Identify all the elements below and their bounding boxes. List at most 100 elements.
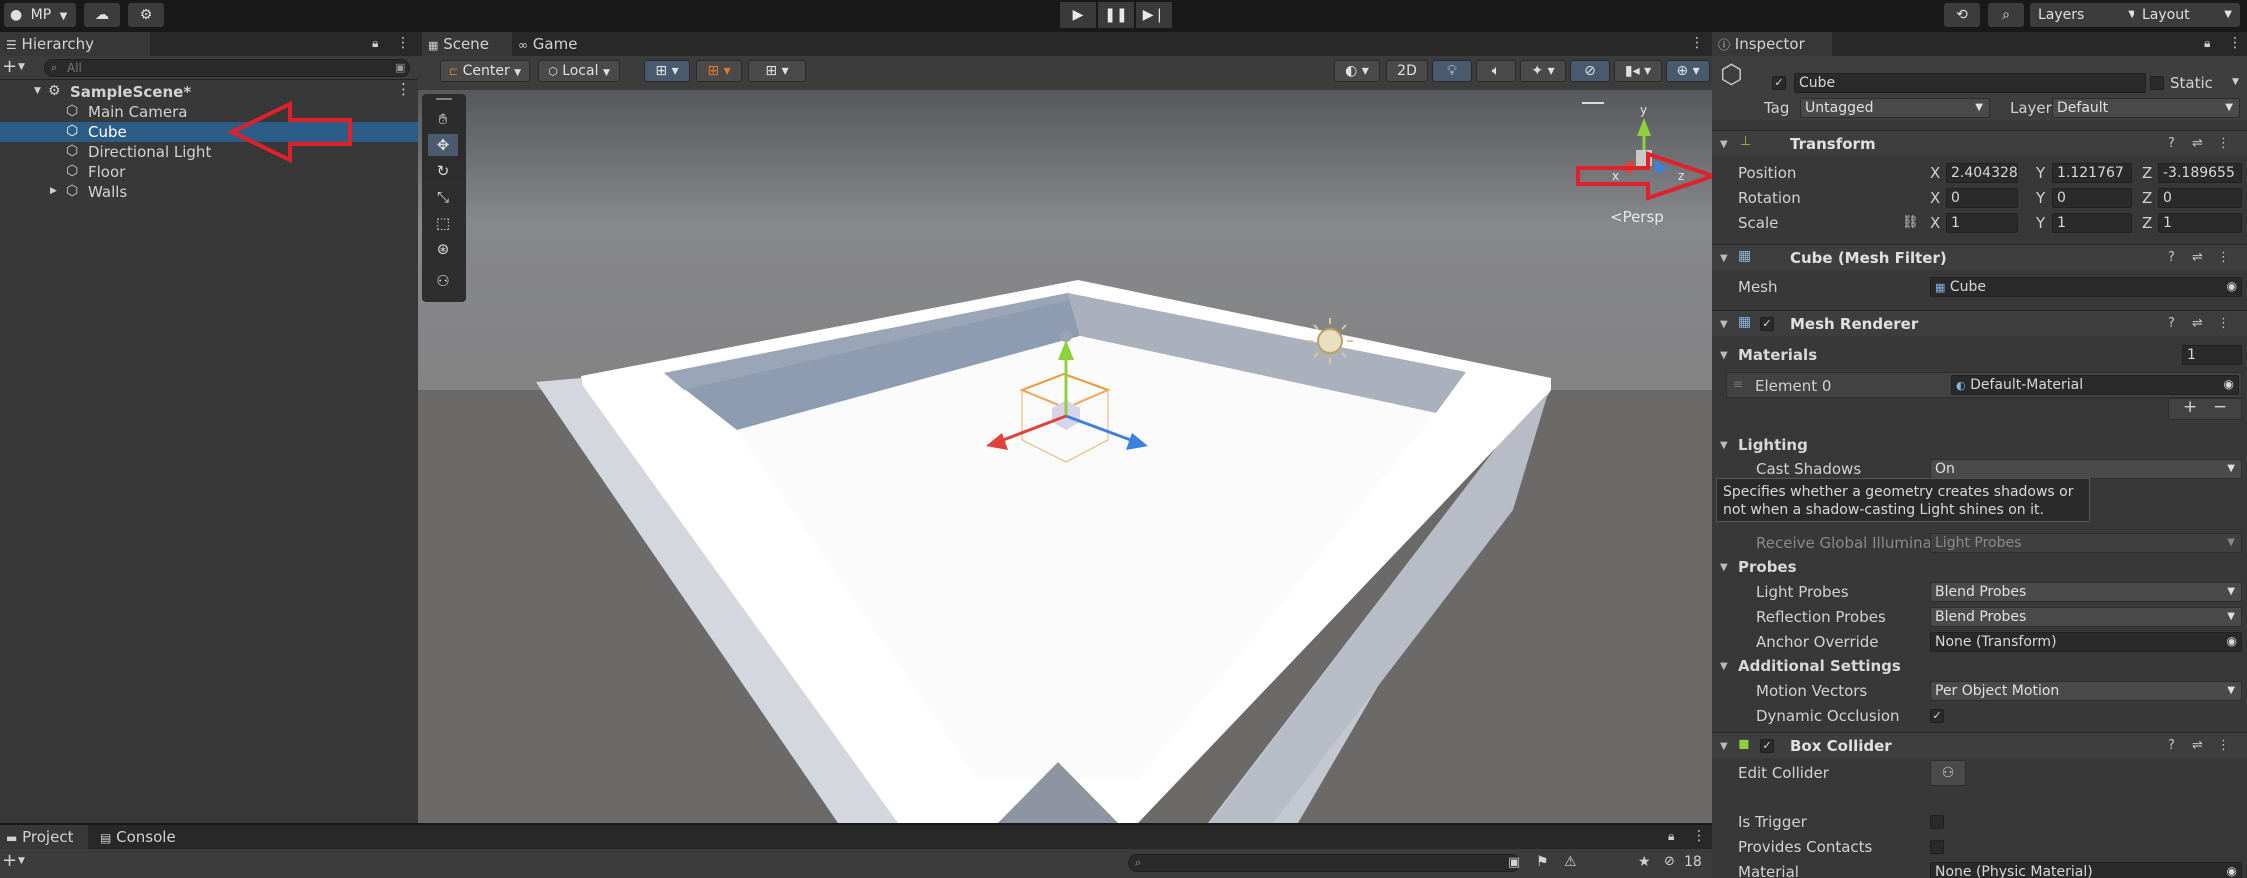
scale-z-field[interactable]: 1 (2158, 213, 2242, 233)
tab-inspector[interactable]: ⓘ Inspector (1712, 32, 1832, 56)
scene-visibility-toggle[interactable]: ⊘ (1570, 60, 1610, 82)
materials-count-field[interactable]: 1 (2182, 345, 2242, 365)
dynamic-occlusion-checkbox[interactable]: ✓ (1930, 709, 1944, 723)
object-picker-icon[interactable]: ◉ (2227, 865, 2237, 877)
lighting-toggle[interactable]: 💡︎ (1432, 60, 1472, 82)
preset-icon[interactable]: ⇌ (2192, 316, 2203, 331)
scene-view[interactable]: x y z <Persp ✋︎ ✥ ↻ ⤡ ⬚ ⊛ ⚇ (418, 90, 1712, 823)
lock-icon[interactable]: 🔒︎ (372, 37, 378, 49)
camera-dropdown[interactable]: ▮◂ ▾ (1614, 60, 1662, 82)
help-icon[interactable]: ? (2168, 136, 2175, 151)
layers-dropdown[interactable]: Layers ▼ (2030, 3, 2144, 27)
mesh-renderer-header[interactable]: ▼ ▦ ✓ Mesh Renderer ? ⇌ ⋮ (1712, 310, 2247, 336)
hidden-packages-icon[interactable]: ⊘ (1664, 855, 1675, 868)
pivot-center-dropdown[interactable]: ⊏ Center ▼ (440, 60, 530, 82)
fold-arrow-icon[interactable]: ▼ (1720, 350, 1728, 361)
more-icon[interactable]: ⋮ (2217, 316, 2230, 331)
tools-drag-handle[interactable] (436, 98, 452, 100)
mesh-field[interactable]: ▦ Cube ◉ (1930, 277, 2242, 297)
add-icon[interactable]: + (2183, 399, 2197, 416)
fold-arrow-icon[interactable]: ▼ (1720, 139, 1728, 150)
chevron-down-icon[interactable]: ▼ (18, 857, 25, 866)
box-collider-enabled-checkbox[interactable]: ✓ (1760, 739, 1774, 753)
search-by-importlog-icon[interactable]: ⚠ (1564, 855, 1577, 869)
pivot-space-dropdown[interactable]: ⬡ Local ▼ (538, 60, 620, 82)
scale-x-field[interactable]: 1 (1946, 213, 2018, 233)
object-picker-icon[interactable]: ◉ (2227, 635, 2237, 647)
audio-toggle[interactable]: 🔈︎ (1476, 60, 1516, 82)
scale-tool[interactable]: ⤡ (428, 186, 458, 208)
play-button[interactable]: ▶ (1060, 2, 1096, 28)
fold-arrow-icon[interactable]: ▼ (1720, 440, 1728, 451)
tag-dropdown[interactable]: Untagged ▼ (1800, 98, 1990, 118)
layout-dropdown[interactable]: Layout ▼ (2134, 3, 2240, 27)
rotation-y-field[interactable]: 0 (2052, 188, 2132, 208)
hand-tool[interactable]: ✋︎ (428, 108, 458, 130)
scene-filter-icon[interactable]: ▣ (395, 62, 405, 73)
fold-arrow-icon[interactable]: ▼ (1720, 253, 1728, 264)
hierarchy-item[interactable]: ▶ ⬡ Walls (0, 182, 418, 202)
chevron-down-icon[interactable]: ▼ (2232, 78, 2239, 87)
object-picker-icon[interactable]: ◉ (2227, 280, 2237, 292)
remove-icon[interactable]: − (2213, 399, 2227, 416)
fold-arrow-icon[interactable]: ▼ (1720, 661, 1728, 672)
preset-icon[interactable]: ⇌ (2192, 250, 2203, 265)
tab-game[interactable]: ∞ Game (512, 32, 602, 56)
fold-arrow-icon[interactable]: ▼ (1720, 741, 1728, 752)
draw-mode-dropdown[interactable]: ◐ ▾ (1334, 60, 1380, 82)
active-checkbox[interactable]: ✓ (1772, 76, 1786, 90)
static-checkbox[interactable] (2150, 76, 2164, 90)
move-tool[interactable]: ✥ (428, 134, 458, 156)
box-collider-header[interactable]: ▼ ◼ ✓ Box Collider ? ⇌ ⋮ (1712, 732, 2247, 758)
collider-material-field[interactable]: None (Physic Material) ◉ (1930, 862, 2242, 878)
position-y-field[interactable]: 1.121767 (2052, 163, 2132, 183)
help-icon[interactable]: ? (2168, 738, 2175, 753)
more-icon[interactable]: ⋮ (2217, 250, 2230, 265)
effects-dropdown[interactable]: ✦ ▾ (1520, 60, 1566, 82)
reflection-probes-dropdown[interactable]: Blend Probes ▼ (1930, 607, 2242, 627)
is-trigger-checkbox[interactable] (1930, 815, 1944, 829)
drag-handle-icon[interactable]: ≡ (1733, 378, 1743, 390)
2d-toggle[interactable]: 2D (1386, 60, 1428, 82)
edit-collider-button[interactable]: ⚇ (1930, 760, 1966, 786)
grid-snap-button[interactable]: ⊞ ▾ (644, 60, 690, 82)
mesh-renderer-enabled-checkbox[interactable]: ✓ (1760, 317, 1774, 331)
grid-visibility-button[interactable]: ⊞ ▾ (748, 60, 806, 82)
search-by-label-icon[interactable]: ⚑ (1536, 855, 1549, 869)
more-icon[interactable]: ⋮ (2217, 136, 2230, 151)
mesh-filter-header[interactable]: ▼ ▦ Cube (Mesh Filter) ? ⇌ ⋮ (1712, 244, 2247, 270)
lock-icon[interactable]: 🔒︎ (2204, 37, 2210, 49)
add-icon[interactable]: + (2, 58, 17, 76)
rotate-tool[interactable]: ↻ (428, 160, 458, 182)
account-dropdown[interactable]: ● MP ▼ (4, 3, 76, 27)
gizmos-dropdown[interactable]: ⊕ ▾ (1666, 60, 1710, 82)
tab-scene[interactable]: ▦ Scene (422, 32, 512, 56)
hierarchy-search-field[interactable] (67, 60, 367, 76)
rect-tool[interactable]: ⬚ (428, 212, 458, 234)
element-0-field[interactable]: ◐ Default-Material ◉ (1951, 375, 2239, 395)
scale-y-field[interactable]: 1 (2052, 213, 2132, 233)
preset-icon[interactable]: ⇌ (2192, 738, 2203, 753)
object-name-field[interactable]: Cube (1794, 73, 2146, 93)
custom-tool[interactable]: ⚇ (428, 270, 458, 292)
anchor-override-field[interactable]: None (Transform) ◉ (1930, 632, 2242, 652)
preset-icon[interactable]: ⇌ (2192, 136, 2203, 151)
cloud-button[interactable]: ☁ (84, 3, 120, 27)
receive-gi-dropdown[interactable]: Light Probes ▼ (1930, 533, 2242, 553)
motion-vectors-dropdown[interactable]: Per Object Motion ▼ (1930, 681, 2242, 701)
search-by-type-icon[interactable]: ▣ (1508, 856, 1520, 869)
transform-header[interactable]: ▼ ⊥ Transform ? ⇌ ⋮ (1712, 130, 2247, 156)
more-icon[interactable]: ⋮ (2228, 36, 2242, 50)
rotation-z-field[interactable]: 0 (2158, 188, 2242, 208)
position-x-field[interactable]: 2.404328 (1946, 163, 2018, 183)
constrain-proportions-icon[interactable]: ⛓ (1902, 216, 1919, 229)
tab-hierarchy[interactable]: ☰ Hierarchy (0, 32, 150, 56)
light-probes-dropdown[interactable]: Blend Probes ▼ (1930, 582, 2242, 602)
step-button[interactable]: ▶❘ (1136, 2, 1172, 28)
more-icon[interactable]: ⋮ (396, 36, 410, 50)
more-icon[interactable]: ⋮ (1692, 829, 1706, 843)
help-icon[interactable]: ? (2168, 316, 2175, 331)
hierarchy-item[interactable]: ⬡ Floor (0, 162, 418, 182)
object-picker-icon[interactable]: ◉ (2224, 378, 2234, 390)
lock-icon[interactable]: 🔒︎ (1668, 830, 1674, 842)
